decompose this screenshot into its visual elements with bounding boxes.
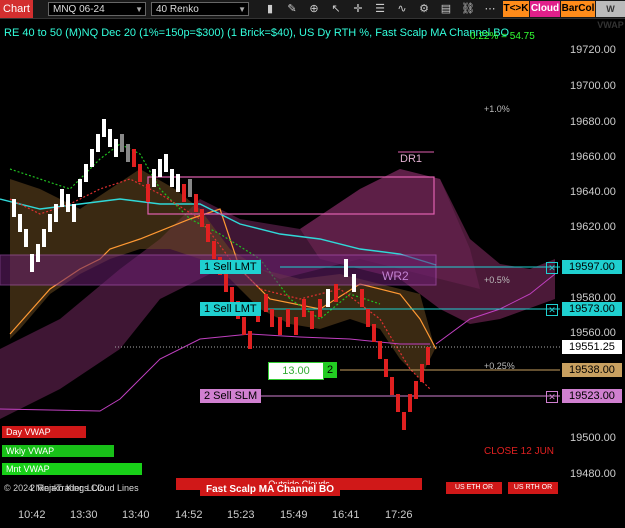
price-tag-sell-lmt-2: 19573.00 [562,302,622,316]
bar-type-value: 40 Renko [156,4,199,15]
y-tick-label: 19560.00 [570,327,616,339]
dr1-label: DR1 [400,153,423,165]
templates-icon[interactable]: ▤ [438,2,454,16]
pct-1-label: +1.0% [484,104,510,114]
y-tick-label: 19500.00 [570,432,616,444]
x-tick-label: 13:40 [122,509,150,521]
chevron-down-icon: ▼ [238,5,246,14]
x-tick-label: 15:23 [227,509,255,521]
pct-025-label: +0.25% [484,361,515,371]
more-icon[interactable]: ⋯ [482,2,498,16]
vwap-toggle-button[interactable]: W VWAP [596,1,625,30]
x-tick-label: 10:42 [18,509,46,521]
renko-lines-label: 2 Renko Kings Cloud Lines [30,483,139,493]
x-tick-label: 15:49 [280,509,308,521]
chart-menu-button[interactable]: Chart [0,0,33,18]
us-eth-or-label: US ETH OR [446,482,502,494]
price-tag-last: 19551.25 [562,340,622,354]
wr2-label: WR2 [382,269,409,283]
y-tick-label: 19720.00 [570,44,616,56]
order-count-badge[interactable]: 2 [323,362,337,378]
y-tick-label: 19480.00 [570,468,616,480]
y-tick-label: 19620.00 [570,221,616,233]
bar-chart-icon[interactable]: ▮ [262,2,278,16]
order-qty-input[interactable]: 13.00 [268,362,324,380]
pct-change-label: 0.22% = 54.75 [470,31,535,42]
cloud-toggle-button[interactable]: Cloud [530,1,560,17]
sell-lmt-order-1[interactable]: 1 Sell LMT [200,260,261,274]
us-rth-or-label: US RTH OR [508,482,558,494]
price-tag-sell-slm: 19523.00 [562,389,622,403]
close-order-icon[interactable]: ✕ [546,304,558,316]
properties-icon[interactable]: ☰ [372,2,388,16]
sell-slm-order[interactable]: 2 Sell SLM [200,389,262,403]
chevron-down-icon: ▼ [135,5,143,14]
instrument-selector[interactable]: MNQ 06-24 ▼ [48,2,146,16]
tk-toggle-button[interactable]: T<>K [503,1,529,17]
pct-05-label: +0.5% [484,275,510,285]
cursor-icon[interactable]: ↖ [328,2,344,16]
y-tick-label: 19640.00 [570,186,616,198]
y-tick-label: 19700.00 [570,80,616,92]
chart-toolbar: Chart MNQ 06-24 ▼ 40 Renko ▼ ▮ ✎ ⊕ ↖ ✛ ☰… [0,0,625,30]
chart-title: RE 40 to 50 (M)NQ Dec 20 (1%=150p=$300) … [4,27,510,39]
fast-scalp-label: Fast Scalp MA Channel BO [200,484,340,496]
y-tick-label: 19680.00 [570,116,616,128]
price-tag-sell-lmt-1: 19597.00 [562,260,622,274]
zoom-in-icon[interactable]: ⊕ [306,2,322,16]
close-label: CLOSE 12 JUN [484,446,555,457]
barcol-toggle-button[interactable]: BarCol [561,1,595,17]
day-vwap-label: Day VWAP [2,426,86,438]
x-tick-label: 17:26 [385,509,413,521]
instrument-value: MNQ 06-24 [53,4,105,15]
crosshair-icon[interactable]: ✛ [350,2,366,16]
price-tag-target: 19538.00 [562,363,622,377]
x-tick-label: 14:52 [175,509,203,521]
x-tick-label: 16:41 [332,509,360,521]
close-order-icon[interactable]: ✕ [546,262,558,274]
strategies-icon[interactable]: ⚙ [416,2,432,16]
wkly-vwap-label: Wkly VWAP [2,445,114,457]
mnt-vwap-label: Mnt VWAP [2,463,142,475]
x-tick-label: 13:30 [70,509,98,521]
link-icon[interactable]: ⛓ [460,2,476,16]
bar-type-selector[interactable]: 40 Renko ▼ [151,2,249,16]
sell-lmt-order-2[interactable]: 1 Sell LMT [200,302,261,316]
draw-tool-icon[interactable]: ✎ [284,2,300,16]
indicators-icon[interactable]: ∿ [394,2,410,16]
y-tick-label: 19660.00 [570,151,616,163]
close-order-icon[interactable]: ✕ [546,391,558,403]
